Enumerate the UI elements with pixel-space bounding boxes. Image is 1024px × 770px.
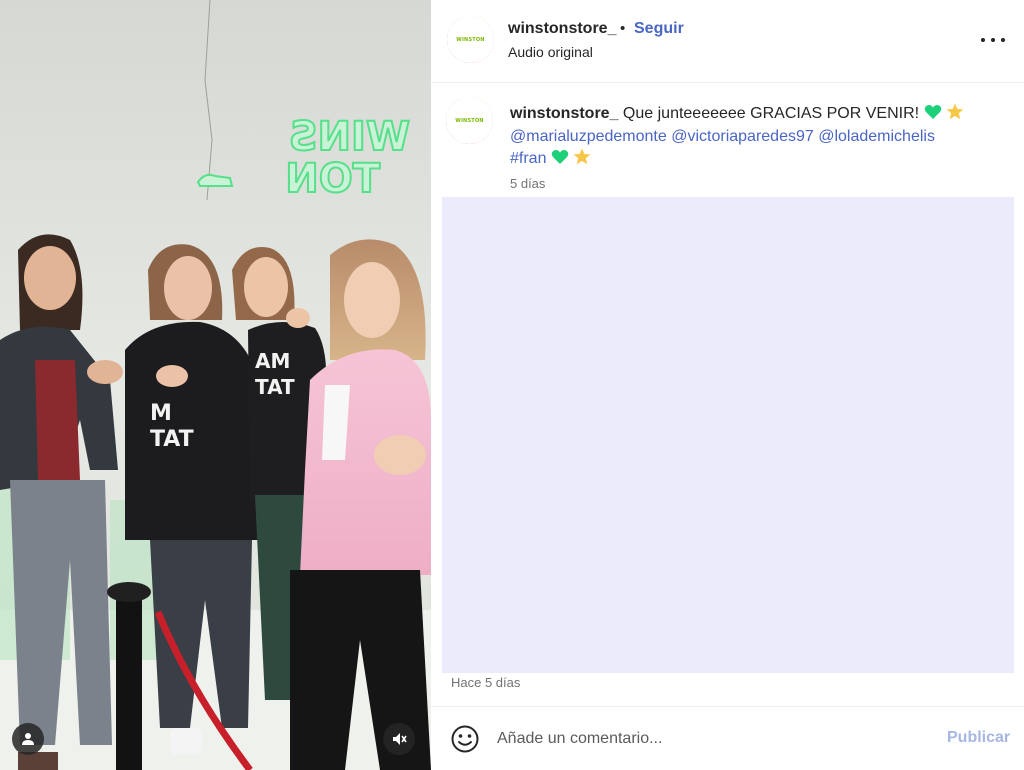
star-icon [946,103,964,120]
svg-text:M: M [150,401,172,426]
smiley-icon[interactable] [450,724,480,754]
star-icon [573,148,591,165]
post-media[interactable]: WINS TON M TAT AM TAT [0,0,431,770]
post-details-panel: WINSTON winstonstore_ • Seguir Audio ori… [431,0,1024,770]
publish-button[interactable]: Publicar [947,729,1010,747]
green-heart-icon [924,105,941,119]
tagged-users-button[interactable] [12,723,44,755]
comment-composer: Publicar [431,706,1024,770]
more-options-icon[interactable] [981,30,1005,50]
mention-link[interactable]: @lolademichelis [818,128,935,145]
caption-body: Que junteeeeeee GRACIAS POR VENIR! [622,105,920,122]
separator-dot: • [620,20,626,37]
header-username[interactable]: winstonstore_ [508,20,616,38]
audio-label[interactable]: Audio original [508,44,593,60]
hashtag-link[interactable]: #fran [510,150,546,167]
video-frame: WINS TON M TAT AM TAT [0,0,431,770]
green-heart-icon [551,150,569,164]
caption-text: winstonstore_ Que junteeeeeee GRACIAS PO… [510,103,1000,171]
svg-text:TON: TON [285,156,380,202]
post-caption: WINSTON winstonstore_ Que junteeeeeee GR… [431,84,1024,194]
speaker-muted-icon [393,733,407,745]
post-header: WINSTON winstonstore_ • Seguir Audio ori… [431,0,1024,83]
avatar-logo: WINSTON [455,117,484,124]
svg-text:AM: AM [255,349,290,373]
mute-button[interactable] [383,723,415,755]
comments-list[interactable] [442,197,1014,673]
svg-text:WINS: WINS [289,114,410,160]
mention-link[interactable]: @marialuzpedemonte [510,128,667,145]
svg-text:TAT: TAT [150,427,194,452]
mention-link[interactable]: @victoriaparedes97 [671,128,814,145]
caption-avatar[interactable]: WINSTON [446,97,493,144]
person-icon [22,733,34,745]
caption-timestamp: 5 días [510,176,546,191]
avatar-logo: WINSTON [456,36,485,43]
profile-avatar[interactable]: WINSTON [447,16,494,63]
caption-username[interactable]: winstonstore_ [510,105,618,122]
comment-input[interactable] [497,725,917,753]
post-timestamp[interactable]: Hace 5 días [451,675,520,690]
follow-button[interactable]: Seguir [634,20,684,38]
svg-text:TAT: TAT [255,375,295,399]
